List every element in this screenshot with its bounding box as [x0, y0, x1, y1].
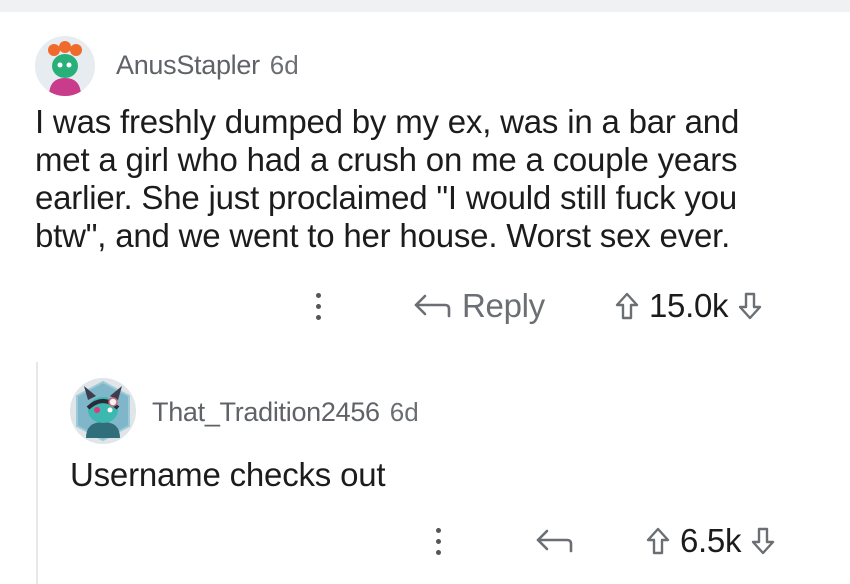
downvote-arrow-icon[interactable]	[751, 527, 775, 555]
comment-age: 6d	[389, 397, 419, 427]
snoo-avatar-icon	[35, 36, 95, 96]
vote-score: 15.0k	[649, 287, 729, 324]
snoo-avatar-icon	[70, 378, 136, 444]
reply-label: Reply	[462, 287, 545, 324]
vote-score: 6.5k	[680, 522, 742, 559]
comment-body: Username checks out	[70, 456, 386, 493]
comment-action-bar: Reply 15.0k	[0, 286, 850, 326]
comment-meta: That_Tradition2456 6d	[152, 397, 419, 428]
downvote-arrow-icon[interactable]	[738, 292, 762, 320]
vote-controls: 6.5k	[646, 521, 775, 561]
username[interactable]: AnusStapler	[116, 50, 260, 81]
upvote-arrow-icon[interactable]	[646, 527, 670, 555]
comment-action-bar: 6.5k	[0, 521, 850, 561]
reply-arrow-icon	[536, 529, 573, 553]
comment-age: 6d	[269, 50, 299, 80]
more-options-button[interactable]	[436, 521, 441, 561]
user-avatar[interactable]	[35, 36, 95, 96]
comment-body: I was freshly dumped by my ex, was in a …	[35, 103, 740, 254]
more-vertical-icon	[436, 527, 441, 555]
comment-meta: AnusStapler 6d	[116, 50, 299, 81]
more-options-button[interactable]	[316, 286, 321, 326]
top-bar	[0, 0, 850, 12]
reply-button[interactable]: Reply	[412, 286, 545, 326]
username[interactable]: That_Tradition2456	[152, 397, 380, 428]
more-vertical-icon	[316, 292, 321, 320]
upvote-arrow-icon[interactable]	[615, 292, 639, 320]
reply-button[interactable]	[534, 521, 574, 561]
vote-controls: 15.0k	[615, 286, 762, 326]
user-avatar[interactable]	[70, 378, 136, 444]
reply-arrow-icon	[414, 294, 451, 318]
